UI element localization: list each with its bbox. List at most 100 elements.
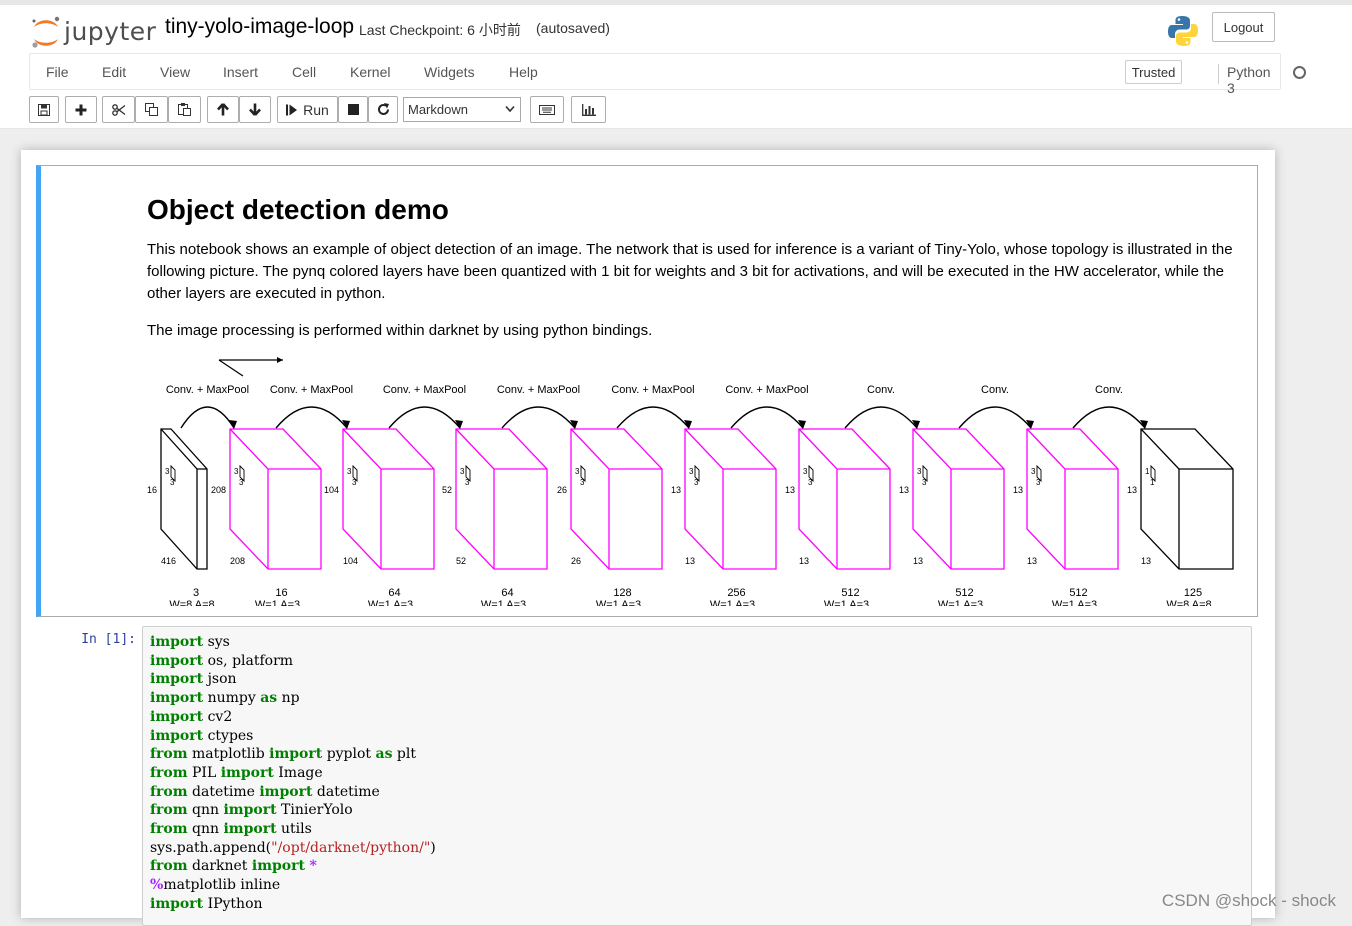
code-token: import [259,783,313,800]
menu-insert[interactable]: Insert [223,64,258,80]
logout-button[interactable]: Logout [1212,12,1275,42]
code-token: datetime [192,783,260,800]
restart-button[interactable] [368,96,398,123]
chart-button[interactable] [571,96,606,123]
run-button[interactable]: Run [277,96,338,123]
chevron-down-icon [505,105,515,113]
operation-label: Conv. + MaxPool [611,384,694,396]
spatial-size-label: 26 [557,485,567,495]
menu-cell[interactable]: Cell [292,64,316,80]
save-icon [38,103,50,116]
code-token: import [150,634,204,650]
code-token: import [150,671,204,688]
channel-count-label: 64 [501,587,513,599]
spatial-size-label: 208 [211,485,226,495]
operation-arc [180,406,235,429]
menu-edit[interactable]: Edit [102,64,126,80]
code-line: from qnn import TinierYolo [150,801,436,820]
menu-kernel[interactable]: Kernel [350,64,390,80]
menu-view[interactable]: View [160,64,190,80]
kernel-size-label: 3 [239,478,244,487]
kernel-size-label: 3 [352,478,357,487]
operation-label: Conv. [1095,384,1123,396]
code-token: datetime [316,783,380,800]
quantization-label: W=1 A=3 [938,599,983,606]
markdown-paragraph: The image processing is performed within… [147,322,653,339]
code-token: from [150,764,188,781]
input-prompt: In [1]: [81,632,136,647]
layer-volume [1026,428,1119,570]
menu-help[interactable]: Help [509,64,538,80]
code-token: import [150,690,204,707]
cell-type-select[interactable]: Markdown [403,97,521,122]
paste-icon [178,103,191,116]
quantization-label: W=1 A=3 [596,599,641,606]
menu-file[interactable]: File [46,64,69,80]
kernel-size-label: 1 [1150,478,1155,487]
code-token: plt [396,746,416,763]
code-cell[interactable]: In [1]: import sys import os, platform imp… [36,624,1260,926]
code-text[interactable]: import sys import os, platform import json… [150,633,436,914]
trusted-indicator[interactable]: Trusted [1125,60,1182,84]
spatial-size-label: 13 [1027,556,1037,566]
code-line: from datetime import datetime [150,783,436,802]
spatial-size-label: 52 [442,485,452,495]
diagram-arrow [218,359,283,377]
channel-count-label: 64 [388,587,400,599]
spatial-size-label: 13 [1141,556,1151,566]
operation-label: Conv. + MaxPool [497,384,580,396]
code-token: matplotlib [192,746,270,763]
code-token: sys.path.append( [150,839,272,856]
code-token: json [207,671,237,688]
spatial-size-label: 208 [230,556,245,566]
markdown-paragraph: This notebook shows an example of object… [147,241,1233,302]
paste-button[interactable] [168,96,201,123]
operation-label: Conv. [867,384,895,396]
code-token: sys [207,634,230,650]
code-line: import numpy as np [150,689,436,708]
spatial-size-label: 104 [324,485,339,495]
command-palette-button[interactable] [530,96,564,123]
quantization-label: W=1 A=3 [824,599,869,606]
operation-arc [275,406,348,429]
code-token: IPython [207,895,263,912]
kernel-size-label: 3 [1031,467,1036,476]
refresh-icon [377,103,389,115]
quantization-label: W=8 A=8 [169,599,214,606]
operation-arc [844,406,918,429]
code-token: qnn [192,821,224,838]
channel-count-label: 512 [841,587,859,599]
jupyter-logo[interactable]: jupyter [30,13,156,53]
code-token: * [309,858,317,875]
step-forward-icon [286,104,298,115]
operation-label: Conv. + MaxPool [725,384,808,396]
copy-button[interactable] [135,96,168,123]
move-down-button[interactable] [239,96,271,123]
code-token: from [150,746,188,763]
spatial-size-label: 104 [343,556,358,566]
channel-count-label: 3 [193,587,199,599]
code-line: import sys [150,633,436,652]
code-line: import IPython [150,895,436,914]
menubar: File Edit View Insert Cell Kernel Widget… [29,53,1306,96]
stop-icon [347,104,359,115]
notebook-name[interactable]: tiny-yolo-image-loop [165,15,354,39]
kernel-size-label: 3 [689,467,694,476]
layer-volume [570,428,663,570]
save-button[interactable] [29,96,59,123]
code-token: from [150,783,188,800]
kernel-size-label: 3 [922,478,927,487]
code-token: import [223,821,277,838]
network-topology-diagram: 334164163W=8 A=83320820816W=1 A=33310410… [147,357,1234,606]
markdown-cell[interactable]: Object detection demo This notebook show… [36,165,1258,617]
spatial-size-label: 416 [161,556,176,566]
code-line: from darknet import * [150,857,436,876]
menu-widgets[interactable]: Widgets [424,64,475,80]
interrupt-button[interactable] [338,96,368,123]
kernel-name[interactable]: Python 3 [1218,64,1280,96]
cut-button[interactable] [102,96,135,123]
code-editor[interactable]: import sys import os, platform import json… [142,626,1252,926]
spatial-size-label: 13 [785,485,795,495]
move-up-button[interactable] [207,96,239,123]
insert-cell-button[interactable] [65,96,97,123]
